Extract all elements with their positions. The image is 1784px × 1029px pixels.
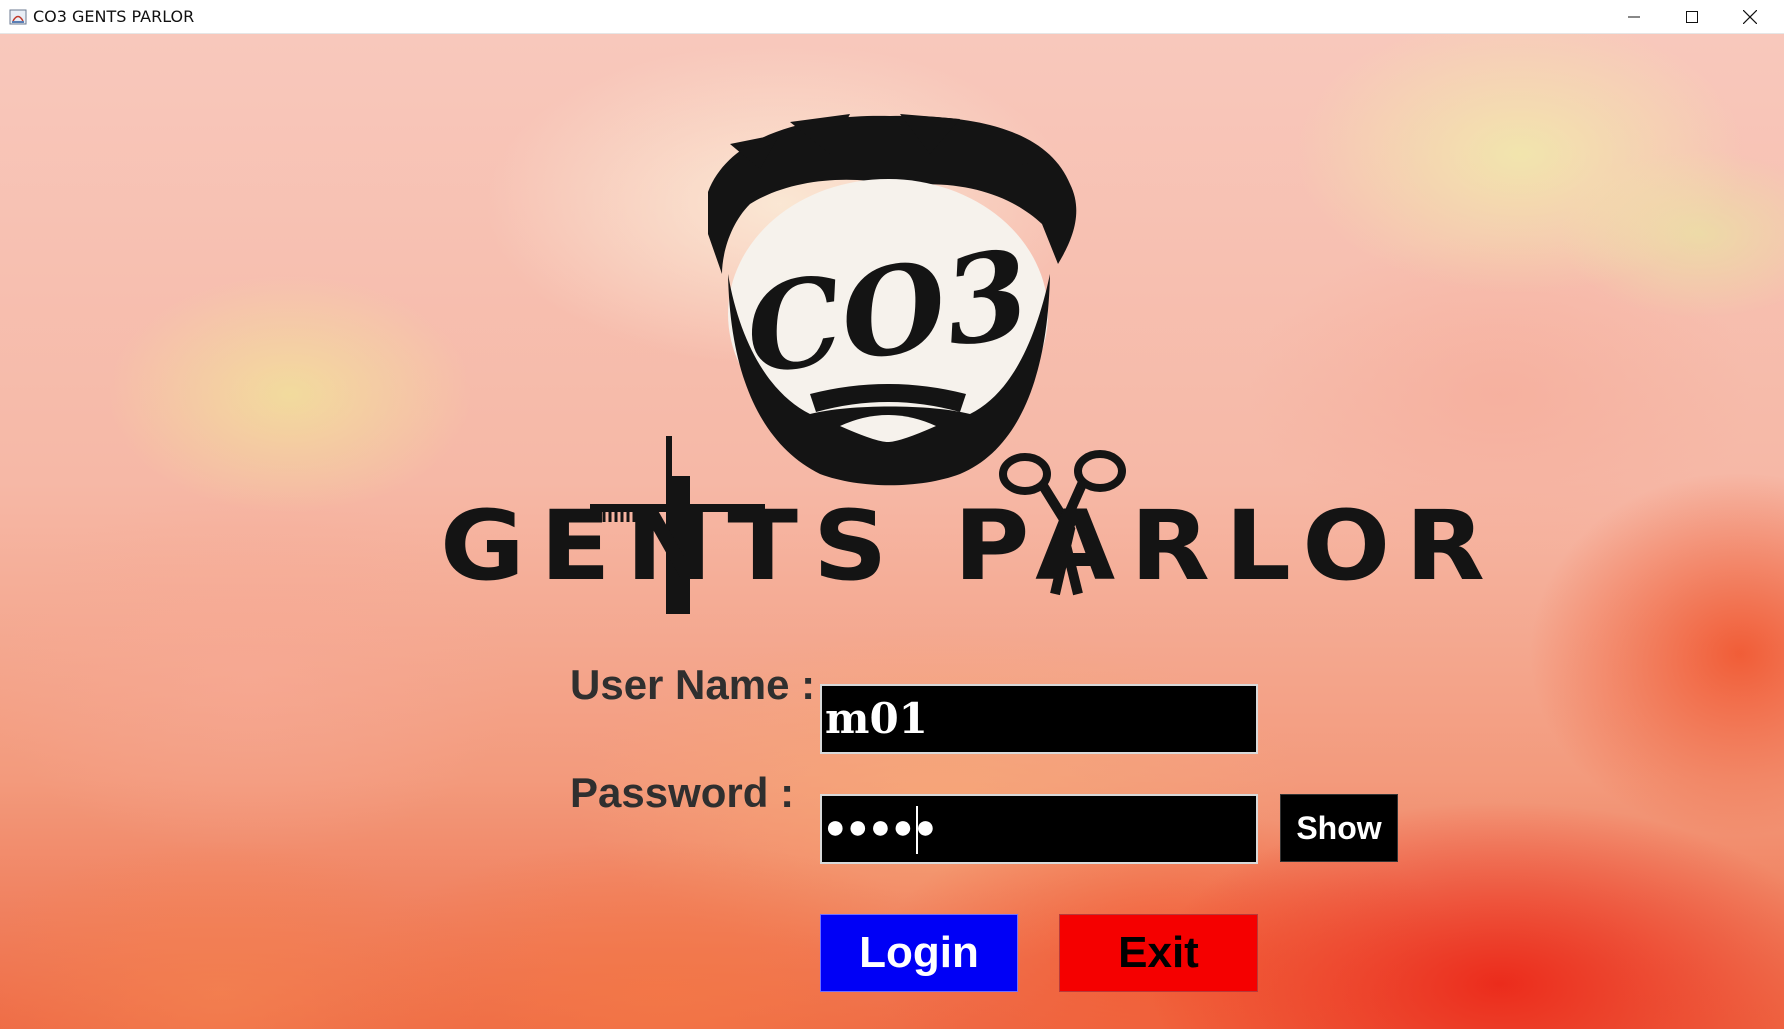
window-title: CO3 GENTS PARLOR: [33, 7, 195, 26]
close-icon: [1743, 10, 1757, 24]
username-label: User Name :: [570, 661, 816, 708]
login-screen: CO3 GENTS PARLOR User Name : m01 Passwor…: [0, 34, 1784, 1029]
text-caret: [916, 806, 918, 854]
password-masked-value: ●●●●●: [825, 808, 938, 846]
username-field[interactable]: m01: [820, 684, 1258, 754]
password-field[interactable]: ●●●●●: [820, 794, 1258, 864]
maximize-icon: [1686, 11, 1698, 23]
app-icon: [9, 9, 27, 25]
gents-parlor-logo: CO3 GENTS PARLOR: [440, 114, 1500, 614]
show-password-button[interactable]: Show: [1280, 794, 1398, 862]
minimize-icon: [1628, 16, 1640, 18]
exit-button[interactable]: Exit: [1059, 914, 1258, 992]
maximize-button[interactable]: [1663, 0, 1721, 34]
logo-brand-text: GENTS PARLOR: [440, 490, 1500, 602]
close-button[interactable]: [1721, 0, 1779, 34]
username-value: m01: [825, 694, 928, 743]
minimize-button[interactable]: [1605, 0, 1663, 34]
login-button[interactable]: Login: [820, 914, 1018, 992]
window-titlebar[interactable]: CO3 GENTS PARLOR: [0, 0, 1784, 34]
password-label: Password :: [570, 769, 795, 816]
